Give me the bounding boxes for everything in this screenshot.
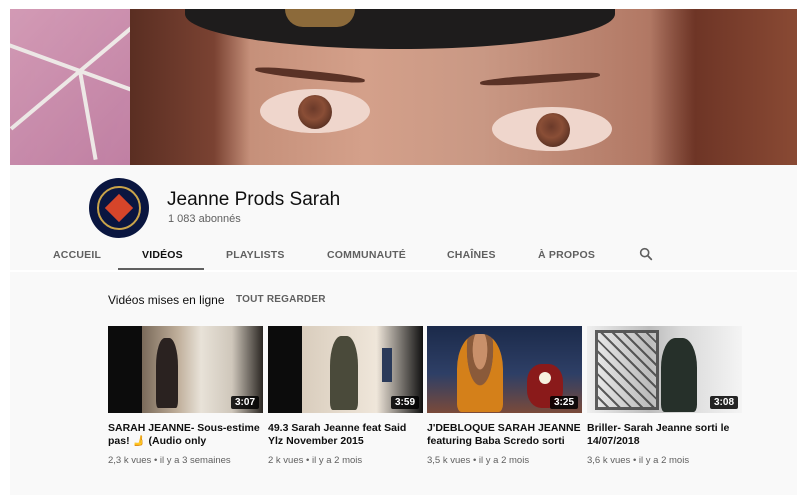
banner-eye-right xyxy=(492,107,612,151)
banner-umbrella xyxy=(10,9,166,165)
video-views: 2 k vues xyxy=(268,455,304,466)
see-all-button[interactable]: TOUT REGARDER xyxy=(236,294,326,305)
tab-communaute[interactable]: COMMUNAUTÉ xyxy=(327,249,406,261)
video-age: il y a 3 semaines xyxy=(159,455,231,466)
tab-a-propos[interactable]: À PROPOS xyxy=(538,249,595,261)
video-thumbnail[interactable]: 3:25 xyxy=(427,326,582,413)
banner-eye-left xyxy=(260,89,370,133)
video-thumbnail[interactable]: 3:08 xyxy=(587,326,742,413)
tab-playlists[interactable]: PLAYLISTS xyxy=(226,249,285,261)
video-card[interactable]: 3:59 49.3 Sarah Jeanne feat Said Ylz Nov… xyxy=(268,326,423,466)
video-age: il y a 2 mois xyxy=(638,455,690,466)
video-duration: 3:59 xyxy=(390,396,419,409)
search-icon[interactable] xyxy=(638,246,654,262)
video-views: 3,6 k vues xyxy=(587,455,631,466)
video-title[interactable]: SARAH JEANNE- Sous-estime pas! 🫸 (Audio … xyxy=(108,422,263,448)
video-card[interactable]: 3:08 Briller- Sarah Jeanne sorti le 14/0… xyxy=(587,326,742,466)
video-card[interactable]: 3:25 J'DEBLOQUE SARAH JEANNE featuring B… xyxy=(427,326,582,466)
video-meta: 2,3 k vues • il y a 3 semaines xyxy=(108,455,231,466)
section-title: Vidéos mises en ligne xyxy=(108,293,225,307)
video-duration: 3:07 xyxy=(230,396,259,409)
channel-name: Jeanne Prods Sarah xyxy=(167,189,341,210)
tab-accueil[interactable]: ACCUEIL xyxy=(53,249,101,261)
video-thumbnail[interactable]: 3:59 xyxy=(268,326,423,413)
tab-chaines[interactable]: CHAÎNES xyxy=(447,249,496,261)
videos-section: Vidéos mises en ligne TOUT REGARDER 3:07… xyxy=(10,272,797,495)
video-title[interactable]: Briller- Sarah Jeanne sorti le 14/07/201… xyxy=(587,422,742,448)
video-age: il y a 2 mois xyxy=(312,455,363,466)
video-views: 3,5 k vues xyxy=(427,455,471,466)
video-card[interactable]: 3:07 SARAH JEANNE- Sous-estime pas! 🫸 (A… xyxy=(108,326,263,466)
active-tab-indicator xyxy=(118,268,204,270)
video-title[interactable]: J'DEBLOQUE SARAH JEANNE featuring Baba S… xyxy=(427,422,582,448)
video-meta: 3,5 k vues • il y a 2 mois xyxy=(427,455,530,466)
video-thumbnail[interactable]: 3:07 xyxy=(108,326,263,413)
video-title[interactable]: 49.3 Sarah Jeanne feat Said Ylz November… xyxy=(268,422,423,448)
tab-videos[interactable]: VIDÉOS xyxy=(142,249,183,261)
subscriber-count: 1 083 abonnés xyxy=(168,213,241,225)
video-views: 2,3 k vues xyxy=(108,455,152,466)
channel-avatar[interactable] xyxy=(89,178,149,238)
video-age: il y a 2 mois xyxy=(478,455,530,466)
video-meta: 2 k vues • il y a 2 mois xyxy=(268,455,363,466)
channel-tabs: ACCUEIL VIDÉOS PLAYLISTS COMMUNAUTÉ CHAÎ… xyxy=(10,240,797,272)
video-duration: 3:25 xyxy=(549,396,578,409)
video-meta: 3,6 k vues • il y a 2 mois xyxy=(587,455,690,466)
video-duration: 3:08 xyxy=(709,396,738,409)
channel-banner xyxy=(10,9,797,165)
